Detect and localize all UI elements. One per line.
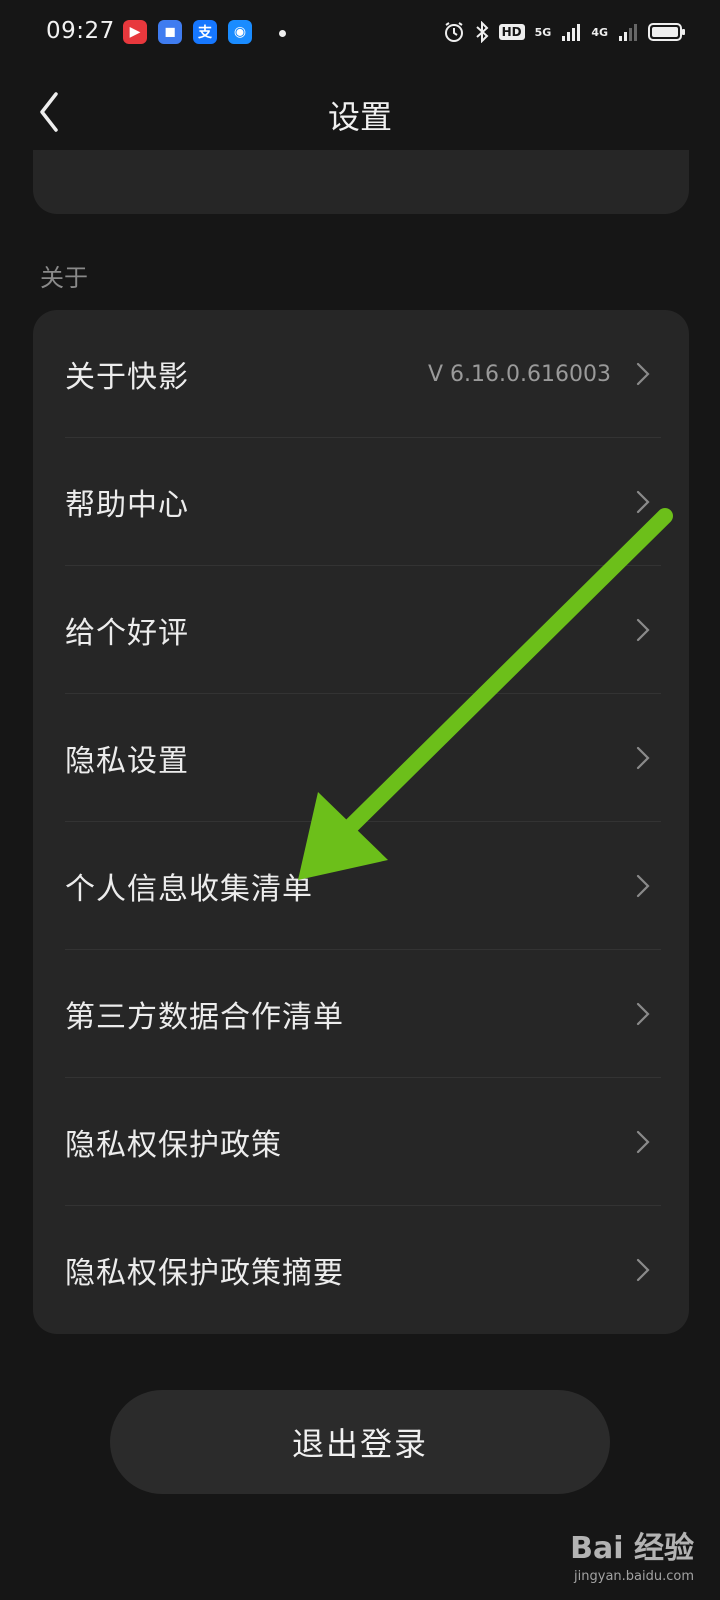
list-item-third-party-data[interactable]: 第三方数据合作清单 [33, 950, 689, 1078]
video-app-icon: ▶ [123, 20, 147, 44]
baidu-jingyan-watermark: Bai 经验 jingyan.baidu.com [534, 1523, 694, 1584]
chevron-right-icon [636, 1258, 650, 1282]
chevron-right-icon [636, 874, 650, 898]
alarm-icon [444, 22, 463, 42]
section-label-about: 关于 [40, 264, 88, 292]
circle-app-icon: ◉ [228, 20, 252, 44]
status-time: 09:27 [46, 18, 115, 44]
list-item-label: 隐私权保护政策摘要 [65, 1256, 344, 1291]
battery-icon [648, 23, 685, 41]
list-item-personal-info-list[interactable]: 个人信息收集清单 [33, 822, 689, 950]
nav-bar: 设置 [0, 64, 720, 160]
status-indicators: HD 5G 4G [443, 18, 686, 46]
watermark-url: jingyan.baidu.com [574, 1569, 694, 1584]
chevron-right-icon [636, 618, 650, 642]
more-notifications-icon [279, 30, 286, 37]
network-4g-label: 4G [591, 25, 608, 39]
page-title: 设置 [327, 98, 392, 136]
list-item-label: 给个好评 [65, 616, 189, 651]
square-app-icon: ◼ [158, 20, 182, 44]
list-item-privacy-settings[interactable]: 隐私设置 [33, 694, 689, 822]
chevron-right-icon [636, 362, 650, 386]
list-item-label: 帮助中心 [65, 488, 189, 523]
hd-voice-badge: HD [498, 24, 525, 40]
bluetooth-icon [475, 21, 489, 43]
list-item-label: 第三方数据合作清单 [65, 1000, 344, 1035]
list-item-rate-app[interactable]: 给个好评 [33, 566, 689, 694]
status-bar: 09:27 ▶ ◼ 支 ◉ HD 5G 4G [0, 0, 720, 64]
signal-icon [562, 24, 581, 41]
logout-button[interactable]: 退出登录 [110, 1390, 610, 1494]
list-item-about-app[interactable]: 关于快影 V 6.16.0.616003 [33, 310, 689, 438]
list-item-label: 个人信息收集清单 [65, 872, 313, 907]
chevron-right-icon [636, 1002, 650, 1026]
list-item-label: 关于快影 [65, 360, 189, 395]
network-5g-label: 5G [534, 25, 552, 39]
chevron-right-icon [636, 746, 650, 770]
about-settings-card: 关于快影 V 6.16.0.616003 帮助中心 给个好评 隐私设置 个人信息… [33, 310, 689, 1334]
list-item-privacy-policy[interactable]: 隐私权保护政策 [33, 1078, 689, 1206]
list-item-help-center[interactable]: 帮助中心 [33, 438, 689, 566]
chevron-right-icon [636, 1130, 650, 1154]
watermark-brand: Bai 经验 [570, 1531, 694, 1566]
alipay-icon: 支 [193, 20, 217, 44]
version-value: V 6.16.0.616003 [428, 361, 611, 387]
list-item-privacy-policy-summary[interactable]: 隐私权保护政策摘要 [33, 1206, 689, 1334]
previous-card-fragment [33, 150, 689, 214]
chevron-right-icon [636, 490, 650, 514]
list-item-label: 隐私设置 [65, 744, 189, 779]
list-item-label: 隐私权保护政策 [65, 1128, 282, 1163]
signal-icon-2 [619, 24, 637, 41]
